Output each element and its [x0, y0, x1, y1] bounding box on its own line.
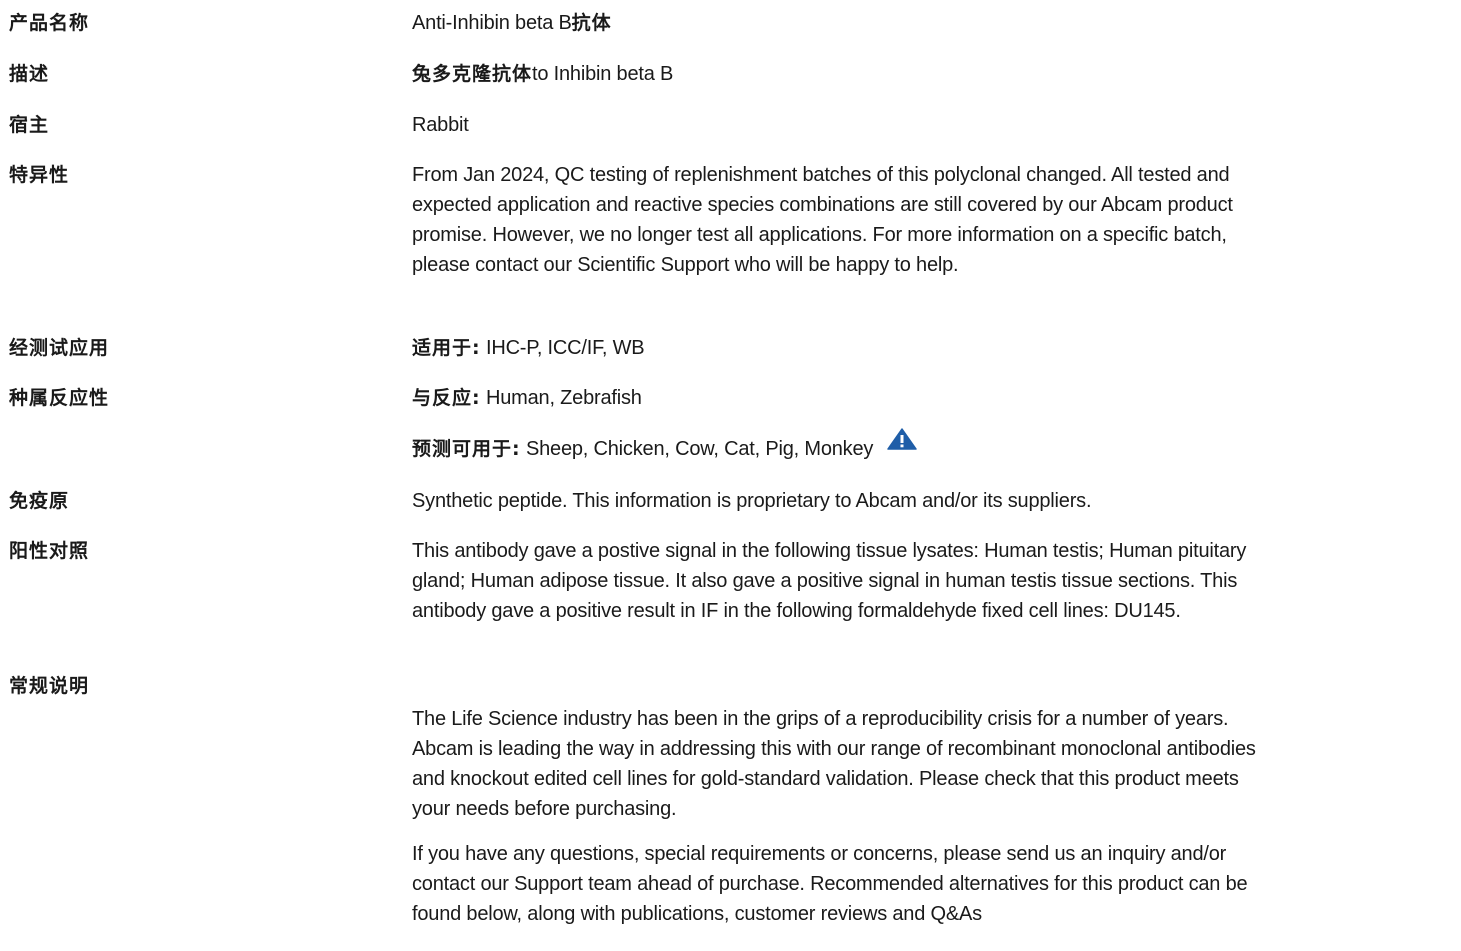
description-prefix: 兔多克隆抗体 [412, 63, 533, 85]
product-name-suffix: 抗体 [571, 12, 612, 34]
predicted-value: 预测可用于: Sheep, Chicken, Cow, Cat, Pig, Mo… [412, 428, 1452, 465]
specificity-line: expected application and reactive specie… [412, 194, 1233, 216]
positive-control-line: This antibody gave a postive signal in t… [412, 540, 1247, 562]
general-notes-line: contact our Support team ahead of purcha… [412, 873, 1248, 895]
reacts-with-text: Human, Zebrafish [485, 387, 642, 409]
description-text: to Inhibin beta B [532, 63, 674, 85]
warning-triangle-icon[interactable] [887, 428, 917, 459]
general-notes-label: 常规说明 [9, 675, 90, 697]
specificity-line: promise. However, we no longer test all … [412, 224, 1227, 246]
reacts-with-value: 与反应: Human, Zebrafish [412, 383, 1452, 413]
immunogen-value: Synthetic peptide. This information is p… [412, 490, 1092, 512]
suitable-for-text: IHC-P, ICC/IF, WB [485, 337, 645, 359]
positive-control-value: This antibody gave a postive signal in t… [412, 536, 1452, 626]
reacts-with-prefix: 与反应: [412, 387, 481, 409]
immunogen-label: 免疫原 [9, 490, 70, 512]
general-notes-line: Abcam is leading the way in addressing t… [412, 738, 1256, 760]
general-notes-line: The Life Science industry has been in th… [412, 708, 1229, 730]
product-datasheet: 产品名称 Anti-Inhibin beta B抗体 描述 兔多克隆抗体to I… [0, 0, 1461, 951]
tested-applications-value: 适用于: IHC-P, ICC/IF, WB [412, 333, 1452, 363]
general-notes-line: found below, along with publications, cu… [412, 903, 982, 925]
positive-control-label: 阳性对照 [9, 540, 90, 562]
product-name-label: 产品名称 [9, 12, 90, 34]
positive-control-line: antibody gave a positive result in IF in… [412, 600, 1181, 622]
suitable-for-prefix: 适用于: [412, 337, 481, 359]
general-notes-line: and knockout edited cell lines for gold-… [412, 768, 1239, 790]
host-value: Rabbit [412, 114, 469, 136]
predicted-prefix: 预测可用于: [412, 438, 521, 460]
general-notes-line: your needs before purchasing. [412, 798, 677, 820]
positive-control-line: gland; Human adipose tissue. It also gav… [412, 570, 1238, 592]
description-label: 描述 [9, 63, 50, 85]
host-label: 宿主 [9, 114, 50, 136]
product-name-value: Anti-Inhibin beta B抗体 [412, 8, 1452, 38]
specificity-label: 特异性 [9, 164, 70, 186]
specificity-line: please contact our Scientific Support wh… [412, 254, 959, 276]
general-notes-line: If you have any questions, special requi… [412, 843, 1227, 865]
specificity-value: From Jan 2024, QC testing of replenishme… [412, 160, 1452, 280]
product-name-text: Anti-Inhibin beta B [412, 12, 572, 34]
tested-applications-label: 经测试应用 [9, 337, 110, 359]
general-notes-text-1: The Life Science industry has been in th… [412, 704, 1452, 824]
general-notes-text-2: If you have any questions, special requi… [412, 839, 1452, 929]
description-value: 兔多克隆抗体to Inhibin beta B [412, 59, 1452, 89]
species-reactivity-label: 种属反应性 [9, 387, 110, 409]
predicted-text: Sheep, Chicken, Cow, Cat, Pig, Monkey [525, 438, 874, 460]
specificity-line: From Jan 2024, QC testing of replenishme… [412, 164, 1230, 186]
